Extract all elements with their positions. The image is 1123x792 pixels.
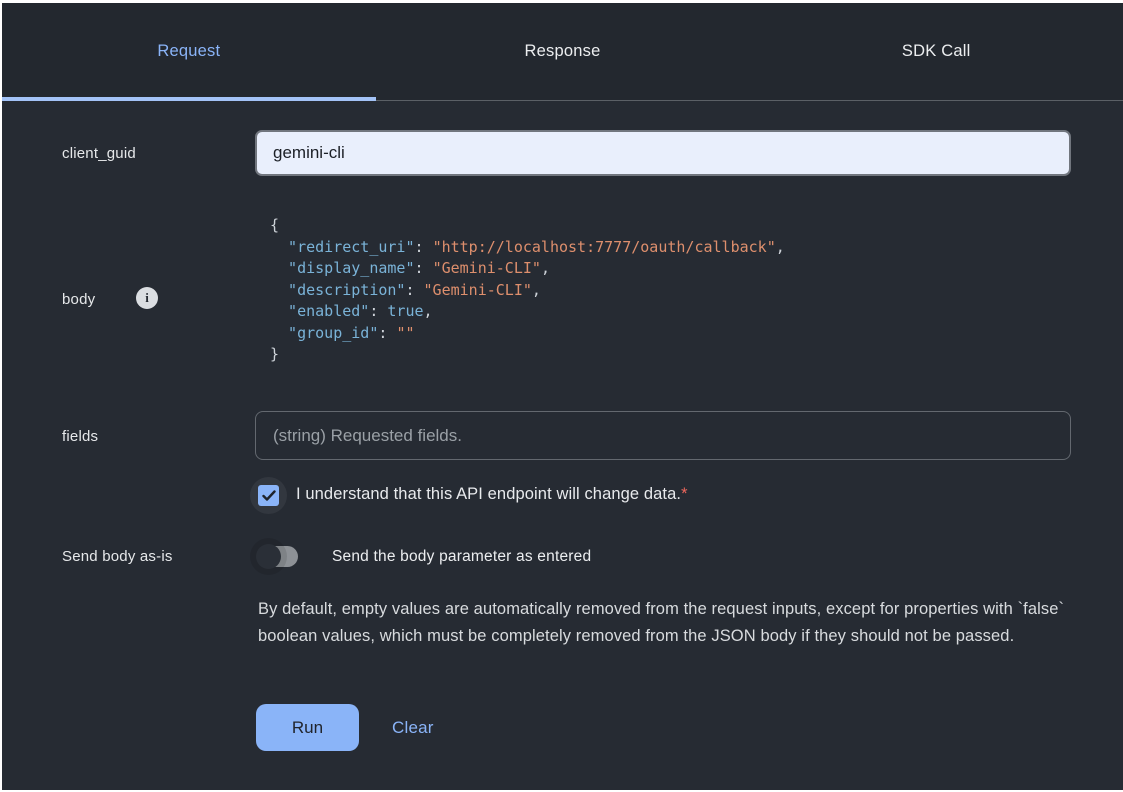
code-line: "display_name": "Gemini-CLI",	[270, 258, 785, 280]
tab-response-label: Response	[525, 42, 601, 61]
acknowledge-checkbox[interactable]	[250, 477, 287, 514]
info-icon[interactable]: i	[136, 287, 158, 309]
run-button[interactable]: Run	[256, 704, 359, 751]
fields-label: fields	[62, 428, 98, 445]
send-body-label: Send body as-is	[62, 548, 173, 565]
checkmark-icon	[262, 490, 276, 502]
tab-request[interactable]: Request	[2, 3, 376, 100]
send-body-toggle-label: Send the body parameter as entered	[332, 548, 591, 566]
clear-button[interactable]: Clear	[392, 715, 434, 741]
active-tab-indicator	[2, 97, 376, 101]
acknowledge-label-text: I understand that this API endpoint will…	[296, 485, 681, 503]
tab-sdk-call[interactable]: SDK Call	[749, 3, 1123, 100]
tab-request-label: Request	[157, 42, 220, 61]
code-line: "description": "Gemini-CLI",	[270, 280, 785, 302]
tab-bar: Request Response SDK Call	[2, 3, 1123, 101]
code-line: {	[270, 215, 785, 237]
code-line: "group_id": ""	[270, 323, 785, 345]
info-icon-glyph: i	[145, 290, 149, 306]
checkbox-checked-icon	[258, 485, 279, 506]
toggle-thumb	[256, 544, 281, 569]
code-line: "enabled": true,	[270, 301, 785, 323]
tab-sdk-call-label: SDK Call	[902, 42, 971, 61]
empty-values-note: By default, empty values are automatical…	[258, 596, 1076, 650]
fields-input[interactable]	[255, 411, 1071, 460]
body-label: body	[62, 291, 95, 308]
required-asterisk: *	[681, 485, 688, 503]
client-guid-label: client_guid	[62, 145, 136, 162]
api-explorer-panel: Request Response SDK Call client_guid bo…	[2, 3, 1123, 790]
body-json-editor[interactable]: { "redirect_uri": "http://localhost:7777…	[270, 215, 785, 366]
code-line: }	[270, 344, 785, 366]
send-body-toggle[interactable]	[258, 546, 298, 567]
code-line: "redirect_uri": "http://localhost:7777/o…	[270, 237, 785, 259]
tab-response[interactable]: Response	[376, 3, 750, 100]
client-guid-input[interactable]	[255, 130, 1071, 176]
acknowledge-label: I understand that this API endpoint will…	[296, 485, 688, 504]
